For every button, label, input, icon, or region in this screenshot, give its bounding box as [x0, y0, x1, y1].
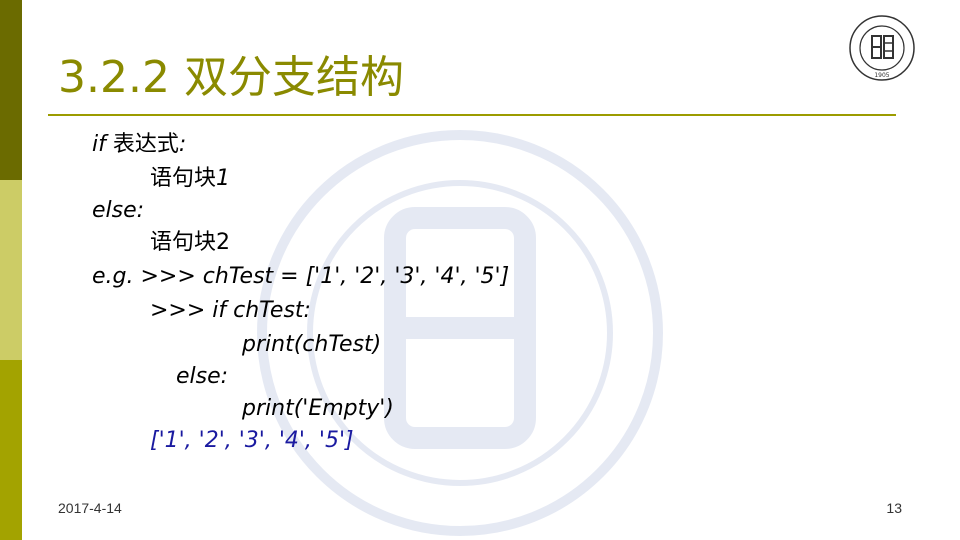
left-bar-dark-segment: [0, 0, 22, 180]
left-bar-light-segment: [0, 180, 22, 360]
syntax-block1-line: 语句块1: [150, 164, 230, 194]
example-print-line: print(chTest): [242, 332, 382, 357]
slide-title: 3.2.2 双分支结构: [58, 52, 404, 103]
example-print-empty-line: print('Empty'): [242, 396, 394, 421]
syntax-else-line: else:: [92, 198, 145, 223]
fudan-university-logo: 1905: [849, 15, 915, 81]
svg-text:1905: 1905: [874, 72, 889, 79]
block2-label: 语句块2: [150, 230, 230, 255]
block1-number: 1: [216, 166, 231, 191]
block1-label: 语句块: [150, 166, 217, 191]
footer-date: 2017-4-14: [58, 500, 122, 516]
if-keyword: if: [92, 132, 113, 157]
example-assignment-line: e.g. >>> chTest = ['1', '2', '3', '4', '…: [92, 264, 510, 289]
slide-number: 13: [886, 500, 902, 516]
example-if-line: >>> if chTest:: [150, 298, 311, 323]
expression-label: 表达式: [112, 132, 179, 157]
example-output-line: ['1', '2', '3', '4', '5']: [150, 428, 354, 453]
syntax-if-line: if 表达式:: [92, 130, 186, 160]
title-divider: [48, 114, 896, 116]
syntax-block2-line: 语句块2: [150, 228, 230, 258]
if-colon: :: [178, 132, 187, 157]
left-accent-bar: [0, 0, 22, 540]
example-else-line: else:: [176, 364, 229, 389]
left-bar-olive-segment: [0, 360, 22, 540]
